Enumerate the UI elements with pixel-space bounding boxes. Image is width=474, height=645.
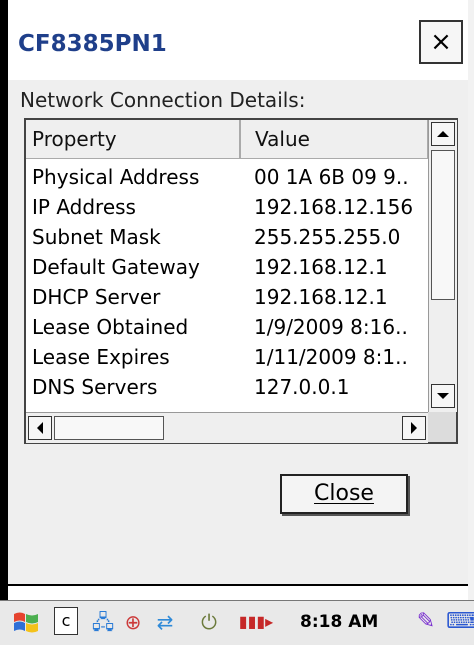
c-button[interactable]: c bbox=[54, 607, 78, 635]
network-icon[interactable]: 🖧 bbox=[90, 607, 116, 637]
cell-value: 1/9/2009 8:16.. bbox=[254, 315, 408, 339]
scroll-left-button[interactable] bbox=[28, 416, 52, 440]
listview-header: Property Value bbox=[26, 120, 428, 159]
table-row[interactable]: Physical Address 00 1A 6B 09 9.. bbox=[26, 162, 428, 192]
network-details-dialog: CF8385PN1 × Network Connection Details: … bbox=[8, 0, 469, 584]
cell-value: 192.168.12.1 bbox=[254, 285, 388, 309]
scroll-down-button[interactable] bbox=[431, 384, 455, 408]
cell-property: DNS Servers bbox=[32, 375, 158, 399]
column-header-value[interactable]: Value bbox=[240, 120, 428, 158]
arrow-left-icon bbox=[37, 422, 43, 434]
column-header-property[interactable]: Property bbox=[26, 120, 240, 158]
section-label: Network Connection Details: bbox=[20, 88, 306, 112]
window-bottom-border bbox=[8, 584, 468, 586]
cell-property: Subnet Mask bbox=[32, 225, 161, 249]
cell-value: 1/11/2009 8:1.. bbox=[254, 345, 408, 369]
cell-property: Lease Obtained bbox=[32, 315, 189, 339]
start-flag-graphic bbox=[14, 612, 38, 633]
connection-icon[interactable]: ⇄ bbox=[152, 607, 178, 637]
table-row[interactable]: DHCP Server 192.168.12.1 bbox=[26, 282, 428, 312]
table-row[interactable]: Default Gateway 192.168.12.1 bbox=[26, 252, 428, 282]
taskbar: c 🖧 ⊕ ⇄ ⏻ ▮▮▮▸ 8:18 AM ✎ ⌨ bbox=[0, 600, 474, 645]
cell-value: 127.0.0.1 bbox=[254, 375, 350, 399]
cell-value: 255.255.255.0 bbox=[254, 225, 401, 249]
cell-value: 192.168.12.156 bbox=[254, 195, 414, 219]
cell-value: 192.168.12.1 bbox=[254, 255, 388, 279]
scroll-up-button[interactable] bbox=[431, 122, 455, 146]
arrow-down-icon bbox=[437, 393, 449, 399]
scrollbar-corner bbox=[428, 412, 456, 442]
windows-flag-icon[interactable] bbox=[10, 607, 42, 637]
table-row[interactable]: Lease Obtained 1/9/2009 8:16.. bbox=[26, 312, 428, 342]
close-button[interactable]: Close bbox=[280, 474, 408, 514]
vertical-scroll-thumb[interactable] bbox=[431, 150, 455, 300]
keyboard-icon[interactable]: ⌨ bbox=[446, 607, 474, 637]
title-bar: CF8385PN1 × bbox=[8, 0, 468, 80]
close-button-label: Close bbox=[314, 481, 374, 506]
window-right-edge bbox=[468, 0, 474, 600]
globe-icon[interactable]: ⊕ bbox=[120, 607, 146, 637]
details-listview[interactable]: Property Value Physical Address 00 1A 6B… bbox=[24, 118, 458, 444]
close-icon: × bbox=[430, 27, 452, 57]
cell-value: 00 1A 6B 09 9.. bbox=[254, 165, 409, 189]
dialog-title: CF8385PN1 bbox=[18, 31, 167, 57]
table-row[interactable]: Subnet Mask 255.255.255.0 bbox=[26, 222, 428, 252]
cell-property: Lease Expires bbox=[32, 345, 170, 369]
power-icon[interactable]: ⏻ bbox=[196, 607, 222, 637]
window-left-border bbox=[0, 0, 8, 600]
arrow-up-icon bbox=[437, 131, 449, 137]
horizontal-scrollbar[interactable] bbox=[26, 412, 428, 443]
cell-property: Physical Address bbox=[32, 165, 200, 189]
calendar-icon[interactable]: ✎ bbox=[412, 607, 440, 637]
cell-property: Default Gateway bbox=[32, 255, 200, 279]
signal-icon[interactable]: ▮▮▮▸ bbox=[226, 607, 286, 637]
cell-property: DHCP Server bbox=[32, 285, 161, 309]
vertical-scrollbar[interactable] bbox=[428, 120, 457, 412]
listview-rows: Physical Address 00 1A 6B 09 9.. IP Addr… bbox=[26, 162, 428, 414]
close-x-button[interactable]: × bbox=[419, 20, 463, 64]
table-row[interactable]: DNS Servers 127.0.0.1 bbox=[26, 372, 428, 402]
scroll-right-button[interactable] bbox=[402, 416, 426, 440]
arrow-right-icon bbox=[411, 422, 417, 434]
table-row[interactable]: IP Address 192.168.12.156 bbox=[26, 192, 428, 222]
cell-property: IP Address bbox=[32, 195, 136, 219]
clock[interactable]: 8:18 AM bbox=[300, 607, 410, 637]
table-row[interactable]: Lease Expires 1/11/2009 8:1.. bbox=[26, 342, 428, 372]
horizontal-scroll-thumb[interactable] bbox=[54, 416, 164, 440]
